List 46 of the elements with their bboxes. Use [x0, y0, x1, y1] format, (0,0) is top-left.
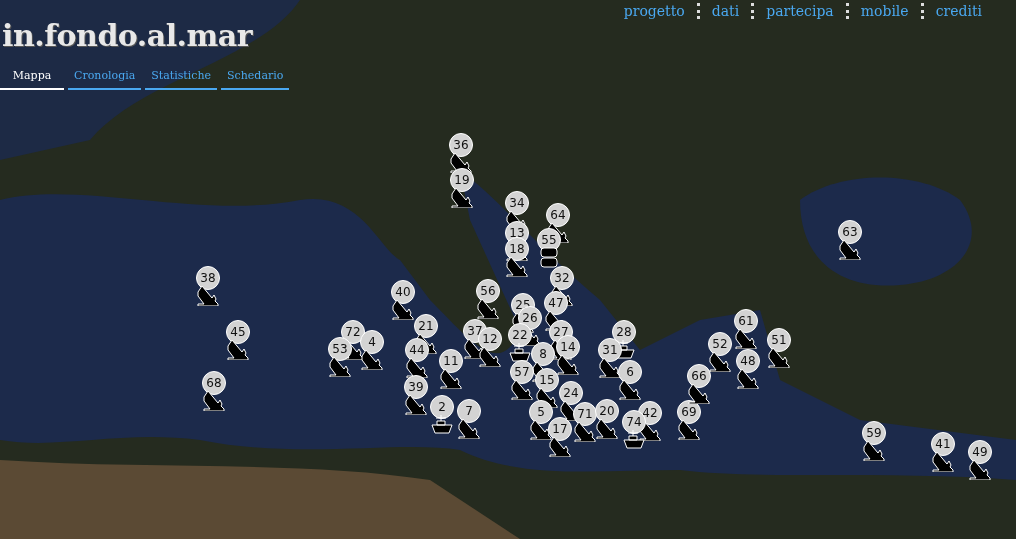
nav-tab[interactable]: Schedario [221, 65, 290, 90]
site-logo[interactable]: in.fondo.al.mar [2, 18, 290, 53]
nav-link[interactable]: crediti [923, 3, 994, 19]
shipwreck-icon [202, 389, 226, 411]
shipwreck-icon [457, 417, 481, 439]
nav-link[interactable]: progetto [611, 3, 697, 19]
shipwreck-icon [556, 353, 580, 375]
shipwreck-icon [360, 348, 384, 370]
ship-icon [430, 413, 454, 435]
shipwreck-icon [734, 327, 758, 349]
ship-icon [508, 341, 532, 363]
shipwreck-icon [505, 255, 529, 277]
nav-link[interactable]: dati [699, 3, 752, 19]
shipwreck-icon [931, 450, 955, 472]
shipwreck-icon [677, 418, 701, 440]
shipwreck-icon [328, 355, 352, 377]
shipwreck-icon [573, 420, 597, 442]
ship-icon [622, 428, 646, 450]
shipwreck-icon [595, 417, 619, 439]
shipwreck-icon [767, 346, 791, 368]
shipwreck-icon [968, 458, 992, 480]
nav-tab[interactable]: Mappa [0, 65, 64, 90]
satellite-map-drawing[interactable] [0, 0, 1016, 539]
shipwreck-icon [404, 393, 428, 415]
shipwreck-icon [862, 439, 886, 461]
shipwreck-icon [391, 298, 415, 320]
shipwreck-icon [196, 284, 220, 306]
shipwreck-icon [687, 382, 711, 404]
nav-link[interactable]: partecipa [754, 3, 846, 19]
shipwreck-icon [736, 367, 760, 389]
nav-tab[interactable]: Cronologia [68, 65, 142, 90]
shipwreck-icon [598, 356, 622, 378]
shipwreck-icon [548, 435, 572, 457]
shipwreck-icon [618, 378, 642, 400]
barrels-icon [537, 246, 561, 268]
nav-tab[interactable]: Statistiche [145, 65, 218, 90]
shipwreck-icon [439, 367, 463, 389]
shipwreck-icon [510, 378, 534, 400]
shipwreck-icon [838, 238, 862, 260]
shipwreck-icon [478, 345, 502, 367]
nav-link[interactable]: mobile [848, 3, 921, 19]
shipwreck-icon [476, 297, 500, 319]
shipwreck-icon [708, 350, 732, 372]
shipwreck-icon [226, 338, 250, 360]
shipwreck-icon [529, 418, 553, 440]
shipwreck-icon [450, 186, 474, 208]
